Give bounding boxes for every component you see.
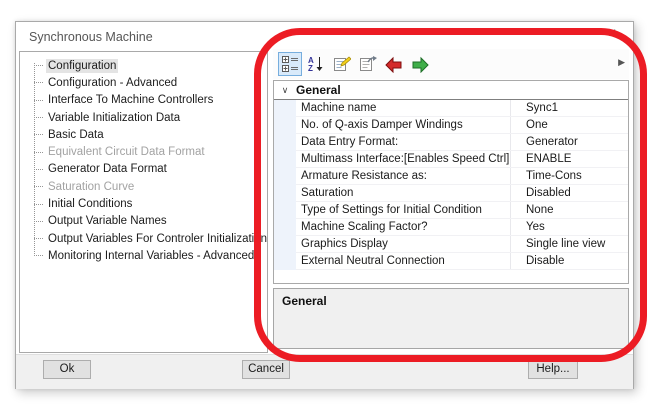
property-row-initial-condition-settings[interactable]: Type of Settings for Initial Condition N… xyxy=(296,202,628,219)
tree-branch-icon xyxy=(34,65,43,66)
category-row-general[interactable]: ∨ General xyxy=(274,81,628,100)
description-panel: General xyxy=(273,288,629,349)
tree-branch-icon xyxy=(34,117,43,118)
categorized-view-icon[interactable] xyxy=(278,52,302,76)
svg-text:Z: Z xyxy=(308,64,313,72)
green-forward-arrow-icon[interactable] xyxy=(408,52,432,76)
tree-branch-icon xyxy=(34,238,43,239)
help-button[interactable]: Help... xyxy=(528,360,578,379)
property-name: No. of Q-axis Damper Windings xyxy=(296,119,510,131)
export-page-arrow-icon[interactable] xyxy=(356,52,380,76)
tree-item-output-variables-for-controler-initialization[interactable]: Output Variables For Controler Initializ… xyxy=(20,230,267,247)
property-value[interactable]: Sync1 xyxy=(510,100,628,116)
property-value[interactable]: Time-Cons xyxy=(510,168,628,184)
tree-item-label: Generator Data Format xyxy=(46,162,169,176)
chevron-down-icon[interactable]: ∨ xyxy=(274,85,296,96)
property-row-armature-resistance[interactable]: Armature Resistance as: Time-Cons xyxy=(296,168,628,185)
tree-item-label: Monitoring Internal Variables - Advanced xyxy=(46,249,256,263)
tree-item-label: Output Variable Names xyxy=(46,214,169,228)
property-value[interactable]: Disabled xyxy=(510,185,628,201)
tree-item-initial-conditions[interactable]: Initial Conditions xyxy=(20,195,267,212)
tree-branch-icon xyxy=(34,82,43,83)
tree-branch-icon xyxy=(34,255,43,256)
tree-item-interface-to-machine-controllers[interactable]: Interface To Machine Controllers xyxy=(20,92,267,109)
tree-item-configuration-advanced[interactable]: Configuration - Advanced xyxy=(20,74,267,91)
alphabetical-sort-icon[interactable]: A Z xyxy=(304,52,328,76)
tree-item-label: Equivalent Circuit Data Format xyxy=(46,145,207,159)
tree-branch-icon xyxy=(34,152,43,153)
tree-item-label: Interface To Machine Controllers xyxy=(46,93,215,107)
toolbar-overflow-icon[interactable]: ▶ xyxy=(618,57,625,68)
property-name: Data Entry Format: xyxy=(296,136,510,148)
property-name: Multimass Interface:[Enables Speed Ctrl] xyxy=(296,153,510,165)
tree-branch-icon xyxy=(34,100,43,101)
tree-item-label: Configuration - Advanced xyxy=(46,76,179,90)
property-name: Saturation xyxy=(296,187,510,199)
category-tree-panel: Configuration Configuration - Advanced I… xyxy=(19,51,268,353)
tree-branch-icon xyxy=(34,169,43,170)
property-row-graphics-display[interactable]: Graphics Display Single line view xyxy=(296,236,628,253)
tree-item-label: Saturation Curve xyxy=(46,180,136,194)
tree-item-output-variable-names[interactable]: Output Variable Names xyxy=(20,213,267,230)
property-row-data-entry-format[interactable]: Data Entry Format: Generator xyxy=(296,134,628,151)
property-row-saturation[interactable]: Saturation Disabled xyxy=(296,185,628,202)
property-value[interactable]: Yes xyxy=(510,219,628,235)
tree-branch-icon xyxy=(34,186,43,187)
tree-branch-icon xyxy=(34,221,43,222)
property-value[interactable]: Generator xyxy=(510,134,628,150)
property-row-machine-name[interactable]: Machine name Sync1 xyxy=(296,100,628,117)
tree-item-label: Output Variables For Controler Initializ… xyxy=(46,232,268,246)
property-value[interactable]: None xyxy=(510,202,628,218)
tree-branch-icon xyxy=(34,204,43,205)
property-value[interactable]: One xyxy=(510,117,628,133)
tree-item-configuration[interactable]: Configuration xyxy=(20,57,267,74)
property-pages-edit-icon[interactable] xyxy=(330,52,354,76)
tree-item-basic-data[interactable]: Basic Data xyxy=(20,126,267,143)
property-grid-toolbar: A Z xyxy=(273,49,629,79)
tree-item-generator-data-format[interactable]: Generator Data Format xyxy=(20,161,267,178)
property-value[interactable]: Single line view xyxy=(510,236,628,252)
category-label: General xyxy=(296,83,341,97)
property-value[interactable]: ENABLE xyxy=(510,151,628,167)
close-icon[interactable]: ✕ xyxy=(607,26,617,40)
property-value[interactable]: Disable xyxy=(510,253,628,269)
property-grid: ∨ General Machine name Sync1 No. of Q-ax… xyxy=(273,80,629,284)
tree-item-label: Initial Conditions xyxy=(46,197,134,211)
property-row-machine-scaling-factor[interactable]: Machine Scaling Factor? Yes xyxy=(296,219,628,236)
tree-item-variable-initialization-data[interactable]: Variable Initialization Data xyxy=(20,109,267,126)
property-row-external-neutral-connection[interactable]: External Neutral Connection Disable xyxy=(296,253,628,270)
tree-item-label: Configuration xyxy=(46,59,118,73)
property-name: Machine Scaling Factor? xyxy=(296,221,510,233)
description-title: General xyxy=(282,294,620,308)
property-row-multimass-interface[interactable]: Multimass Interface:[Enables Speed Ctrl]… xyxy=(296,151,628,168)
tree-item-saturation-curve[interactable]: Saturation Curve xyxy=(20,178,267,195)
tree-item-label: Variable Initialization Data xyxy=(46,111,182,125)
footer-bar: Ok Cancel Help... xyxy=(16,354,633,389)
tree-item-equivalent-circuit-data-format[interactable]: Equivalent Circuit Data Format xyxy=(20,143,267,160)
ok-button[interactable]: Ok xyxy=(43,360,91,379)
tree-item-label: Basic Data xyxy=(46,128,106,142)
property-row-q-axis-damper-windings[interactable]: No. of Q-axis Damper Windings One xyxy=(296,117,628,134)
tree-branch-icon xyxy=(34,134,43,135)
dialog-title: Synchronous Machine xyxy=(29,30,153,44)
tree-item-monitoring-internal-variables-advanced[interactable]: Monitoring Internal Variables - Advanced xyxy=(20,247,267,264)
red-back-arrow-icon[interactable] xyxy=(382,52,406,76)
dialog-window: Synchronous Machine ✕ Configuration Conf… xyxy=(15,21,634,389)
grid-margin-strip xyxy=(274,100,296,270)
cancel-button[interactable]: Cancel xyxy=(242,360,290,379)
property-name: Type of Settings for Initial Condition xyxy=(296,204,510,216)
property-name: Machine name xyxy=(296,102,510,114)
property-name: External Neutral Connection xyxy=(296,255,510,267)
property-name: Armature Resistance as: xyxy=(296,170,510,182)
property-name: Graphics Display xyxy=(296,238,510,250)
